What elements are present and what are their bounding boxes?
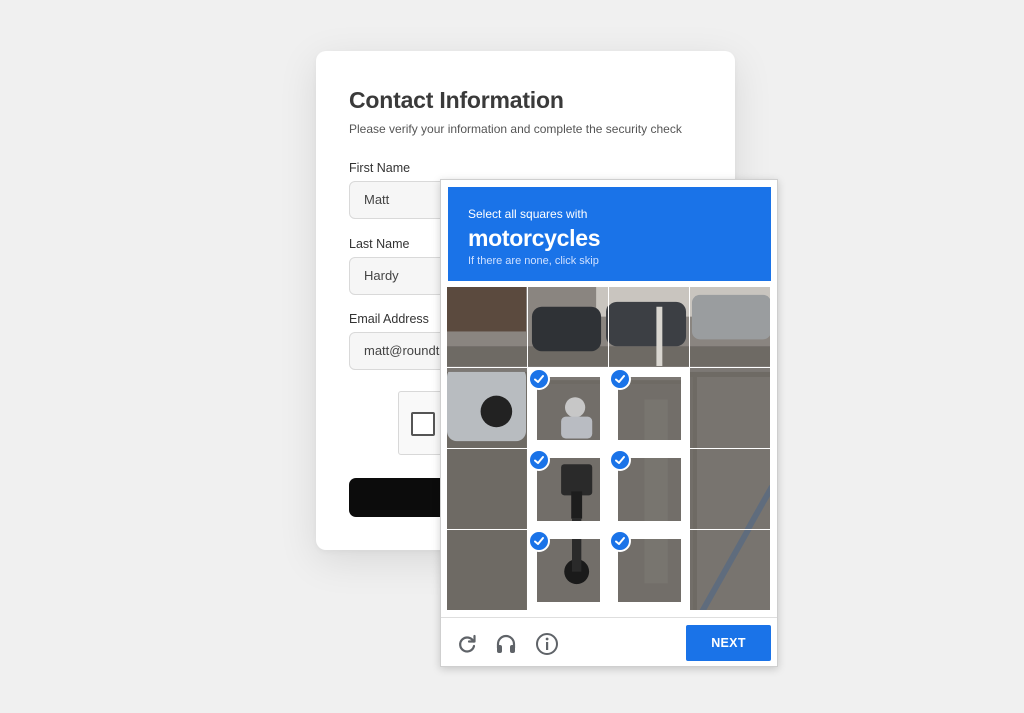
checkmark-icon [609, 368, 631, 390]
checkmark-icon [528, 449, 550, 471]
footer-divider [441, 617, 777, 618]
checkmark-icon [528, 368, 550, 390]
captcha-challenge-dialog: Select all squares with motorcycles If t… [440, 179, 778, 667]
image-tile[interactable] [528, 368, 608, 448]
image-grid [447, 287, 773, 613]
image-tile[interactable] [690, 530, 770, 610]
last-name-label: Last Name [349, 237, 410, 251]
challenge-target: motorcycles [468, 225, 601, 251]
first-name-label: First Name [349, 161, 411, 175]
challenge-header: Select all squares with motorcycles If t… [448, 187, 771, 281]
image-tile[interactable] [447, 530, 527, 610]
image-tile[interactable] [609, 287, 689, 367]
reload-icon[interactable] [455, 632, 479, 656]
image-tile[interactable] [609, 449, 689, 529]
image-tile[interactable] [528, 530, 608, 610]
info-icon[interactable] [535, 632, 559, 656]
image-tile[interactable] [528, 449, 608, 529]
image-tile[interactable] [447, 449, 527, 529]
challenge-instruction: Select all squares with [468, 207, 588, 221]
image-tile[interactable] [447, 368, 527, 448]
checkmark-icon [609, 449, 631, 471]
page-title: Contact Information [349, 87, 564, 113]
image-tile[interactable] [609, 368, 689, 448]
checkmark-icon [528, 530, 550, 552]
challenge-hint: If there are none, click skip [468, 255, 599, 267]
email-label: Email Address [349, 312, 429, 326]
image-tile[interactable] [690, 287, 770, 367]
image-tile[interactable] [690, 368, 770, 448]
next-button[interactable]: NEXT [686, 625, 771, 661]
image-tile[interactable] [690, 449, 770, 529]
recaptcha-checkbox[interactable] [411, 412, 435, 436]
image-tile[interactable] [528, 287, 608, 367]
checkmark-icon [609, 530, 631, 552]
headphones-icon[interactable] [494, 632, 518, 656]
image-tile[interactable] [447, 287, 527, 367]
page-subtitle: Please verify your information and compl… [349, 122, 682, 136]
image-tile[interactable] [609, 530, 689, 610]
